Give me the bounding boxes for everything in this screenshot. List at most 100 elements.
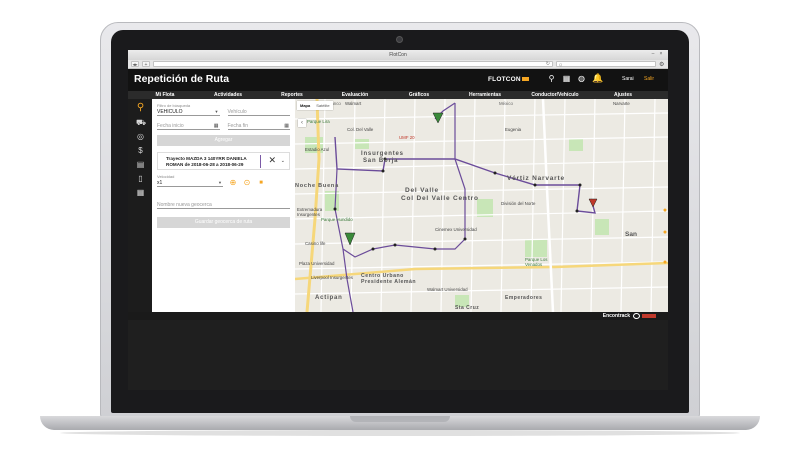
tab-map[interactable]: Mapa bbox=[297, 101, 313, 110]
add-button[interactable]: Agregar bbox=[157, 135, 290, 146]
window-title: FlotCon bbox=[389, 52, 407, 58]
map-pin-icon[interactable]: ● bbox=[662, 207, 668, 215]
map-label: Centro Urbano Presidente Alemán bbox=[361, 273, 417, 285]
browser-menu-icon[interactable]: ⚙ bbox=[659, 61, 665, 68]
back-forward-icon[interactable]: ◂▸ bbox=[131, 61, 139, 68]
calendar-icon[interactable]: ▦ bbox=[214, 122, 219, 130]
map-label: Cinemex Universidad bbox=[435, 227, 477, 232]
tab-satellite[interactable]: Satélite bbox=[313, 101, 332, 110]
chevron-down-icon[interactable]: ⌄ bbox=[281, 158, 285, 164]
vehicle-end-marker[interactable] bbox=[588, 198, 598, 208]
url-input[interactable]: ↻ bbox=[153, 61, 553, 67]
nav-item-actividades[interactable]: Actividades bbox=[196, 92, 260, 98]
map-label: México bbox=[499, 101, 513, 106]
route-color-bar bbox=[260, 155, 261, 168]
window-controls: – × bbox=[650, 52, 664, 57]
map-label: Narvarte bbox=[613, 101, 630, 106]
logout-link[interactable]: Salir bbox=[644, 76, 654, 82]
laptop-shadow bbox=[60, 430, 740, 436]
left-toolbar: ⚲ ⛟ ◎ $ ▤ ▯ ▦ bbox=[128, 99, 152, 312]
park-area bbox=[595, 219, 609, 235]
nav-item-graficos[interactable]: Gráficos bbox=[386, 92, 452, 98]
dollar-icon[interactable]: $ bbox=[136, 146, 145, 155]
map-label: Walmart bbox=[345, 101, 362, 106]
calendar-icon[interactable]: ▦ bbox=[136, 188, 145, 197]
minimize-icon[interactable]: – bbox=[650, 52, 656, 57]
map-label: Sta Cruz bbox=[455, 305, 480, 311]
chevron-left-icon[interactable]: ‹ bbox=[298, 119, 306, 127]
user-name[interactable]: Sarai bbox=[622, 76, 634, 82]
map-label: Actipan bbox=[315, 295, 343, 301]
map-type-tabs: Mapa Satélite bbox=[297, 101, 333, 110]
page-title: Repetición de Ruta bbox=[134, 73, 230, 85]
trip-item[interactable]: Trayecto MAZDA 3 140YRR DANIELA ROMAN de… bbox=[157, 152, 290, 170]
calendar-icon[interactable]: ▦ bbox=[284, 122, 289, 130]
end-date-field[interactable]: Fecha fin ▦ bbox=[227, 122, 290, 130]
map-label: Del Valle bbox=[405, 187, 439, 194]
map-pin-icon[interactable]: ● bbox=[662, 259, 668, 267]
laptop-notch bbox=[350, 416, 450, 422]
route-stops bbox=[333, 157, 582, 251]
stop-icon[interactable]: ■ bbox=[257, 179, 265, 187]
map-label: Walmart Universidad bbox=[427, 287, 468, 292]
map-label: Parque Hundido bbox=[321, 217, 353, 222]
save-geofence-button[interactable]: Guardar geocerca de ruta bbox=[157, 217, 290, 228]
route-replay-form: Filtro de búsqueda VEHICULO ▼ Vehículo Fe… bbox=[152, 99, 295, 312]
new-tab-icon[interactable]: + bbox=[142, 61, 150, 68]
calculator-icon[interactable]: ▦ bbox=[562, 74, 571, 83]
map-label: San bbox=[625, 231, 637, 238]
nav-item-herramientas[interactable]: Herramientas bbox=[452, 92, 518, 98]
reload-icon[interactable]: ↻ bbox=[546, 61, 550, 67]
nav-item-ajustes[interactable]: Ajustes bbox=[592, 92, 654, 98]
map-label: Casino life bbox=[305, 241, 326, 246]
report-icon[interactable]: ▤ bbox=[136, 160, 145, 169]
map-label: Insurgentes bbox=[361, 151, 404, 157]
camera-icon bbox=[396, 36, 403, 43]
map-label: Plaza Universidad bbox=[299, 261, 335, 266]
app-header: Repetición de Ruta FLOTCON ⚲ ▦ ◍ 🔔 Sarai… bbox=[128, 69, 668, 91]
start-date-field[interactable]: Fecha inicio ▦ bbox=[157, 122, 220, 130]
map-label: Parque Los Venados bbox=[525, 257, 548, 267]
vehicle-input[interactable]: Vehículo bbox=[227, 108, 290, 116]
speed-select[interactable]: x1 ▼ bbox=[157, 179, 223, 187]
brand-logo: FLOTCON bbox=[488, 76, 529, 83]
close-icon[interactable]: × bbox=[658, 52, 664, 57]
play-icon[interactable]: ⊕ bbox=[229, 179, 237, 187]
nav-item-conductor-vehiculo[interactable]: Conductor/Vehículo bbox=[518, 92, 592, 98]
screen: FlotCon – × ◂▸ + ↻ Q ⚙ Repetición de Rut… bbox=[128, 50, 668, 390]
nav-item-reportes[interactable]: Reportes bbox=[260, 92, 324, 98]
location-pin-icon[interactable]: ⚲ bbox=[547, 74, 556, 83]
browser-search-input[interactable]: Q bbox=[556, 61, 656, 67]
map-label: Emperadores bbox=[505, 295, 543, 301]
map-label: Estadio Azul bbox=[305, 147, 330, 152]
map-label: Vértiz Narvarte bbox=[507, 175, 565, 182]
main-content: ⚲ ⛟ ◎ $ ▤ ▯ ▦ Filtro de búsqueda VEHICUL… bbox=[128, 99, 668, 312]
app-footer: Encontrack bbox=[128, 312, 668, 320]
vehicle-start-marker[interactable] bbox=[432, 112, 444, 124]
location-pin-icon[interactable]: ⚲ bbox=[136, 103, 145, 113]
browser-addressbar: ◂▸ + ↻ Q ⚙ bbox=[128, 60, 668, 69]
header-icons: ⚲ ▦ ◍ 🔔 bbox=[547, 74, 604, 84]
close-icon[interactable]: ✕ bbox=[268, 156, 276, 165]
geofence-icon[interactable]: ◎ bbox=[136, 132, 145, 141]
document-icon[interactable]: ▯ bbox=[136, 174, 145, 183]
pause-icon[interactable]: ⊙ bbox=[243, 179, 251, 187]
park-area bbox=[569, 139, 583, 151]
map-label: San Borja bbox=[363, 158, 399, 164]
park-area bbox=[355, 139, 369, 149]
map-pin-icon[interactable]: ● bbox=[662, 229, 668, 237]
trip-dates: ROMAN de 2018-06-28 a 2018-06-29 bbox=[166, 162, 244, 167]
partner-logo-icon bbox=[633, 313, 640, 319]
search-filter-select[interactable]: VEHICULO ▼ bbox=[157, 108, 220, 116]
globe-icon[interactable]: ◍ bbox=[577, 74, 586, 83]
bell-icon[interactable]: 🔔 bbox=[592, 74, 603, 83]
map-label: Extremadura Insurgentes bbox=[297, 207, 323, 217]
map-label: Parque Lira bbox=[307, 119, 330, 124]
nav-item-mi-flota[interactable]: Mi Flota bbox=[134, 92, 196, 98]
map[interactable]: Polanco México Parque Lira Col. Del Vall… bbox=[295, 99, 668, 312]
nav-item-evaluacion[interactable]: Evaluación bbox=[324, 92, 386, 98]
car-route-icon[interactable]: ⛟ bbox=[136, 118, 146, 127]
map-label: División del Norte bbox=[501, 201, 536, 206]
partner-logo-icon bbox=[642, 314, 656, 318]
geofence-name-input[interactable]: Nombre nueva geocerca bbox=[157, 201, 290, 209]
